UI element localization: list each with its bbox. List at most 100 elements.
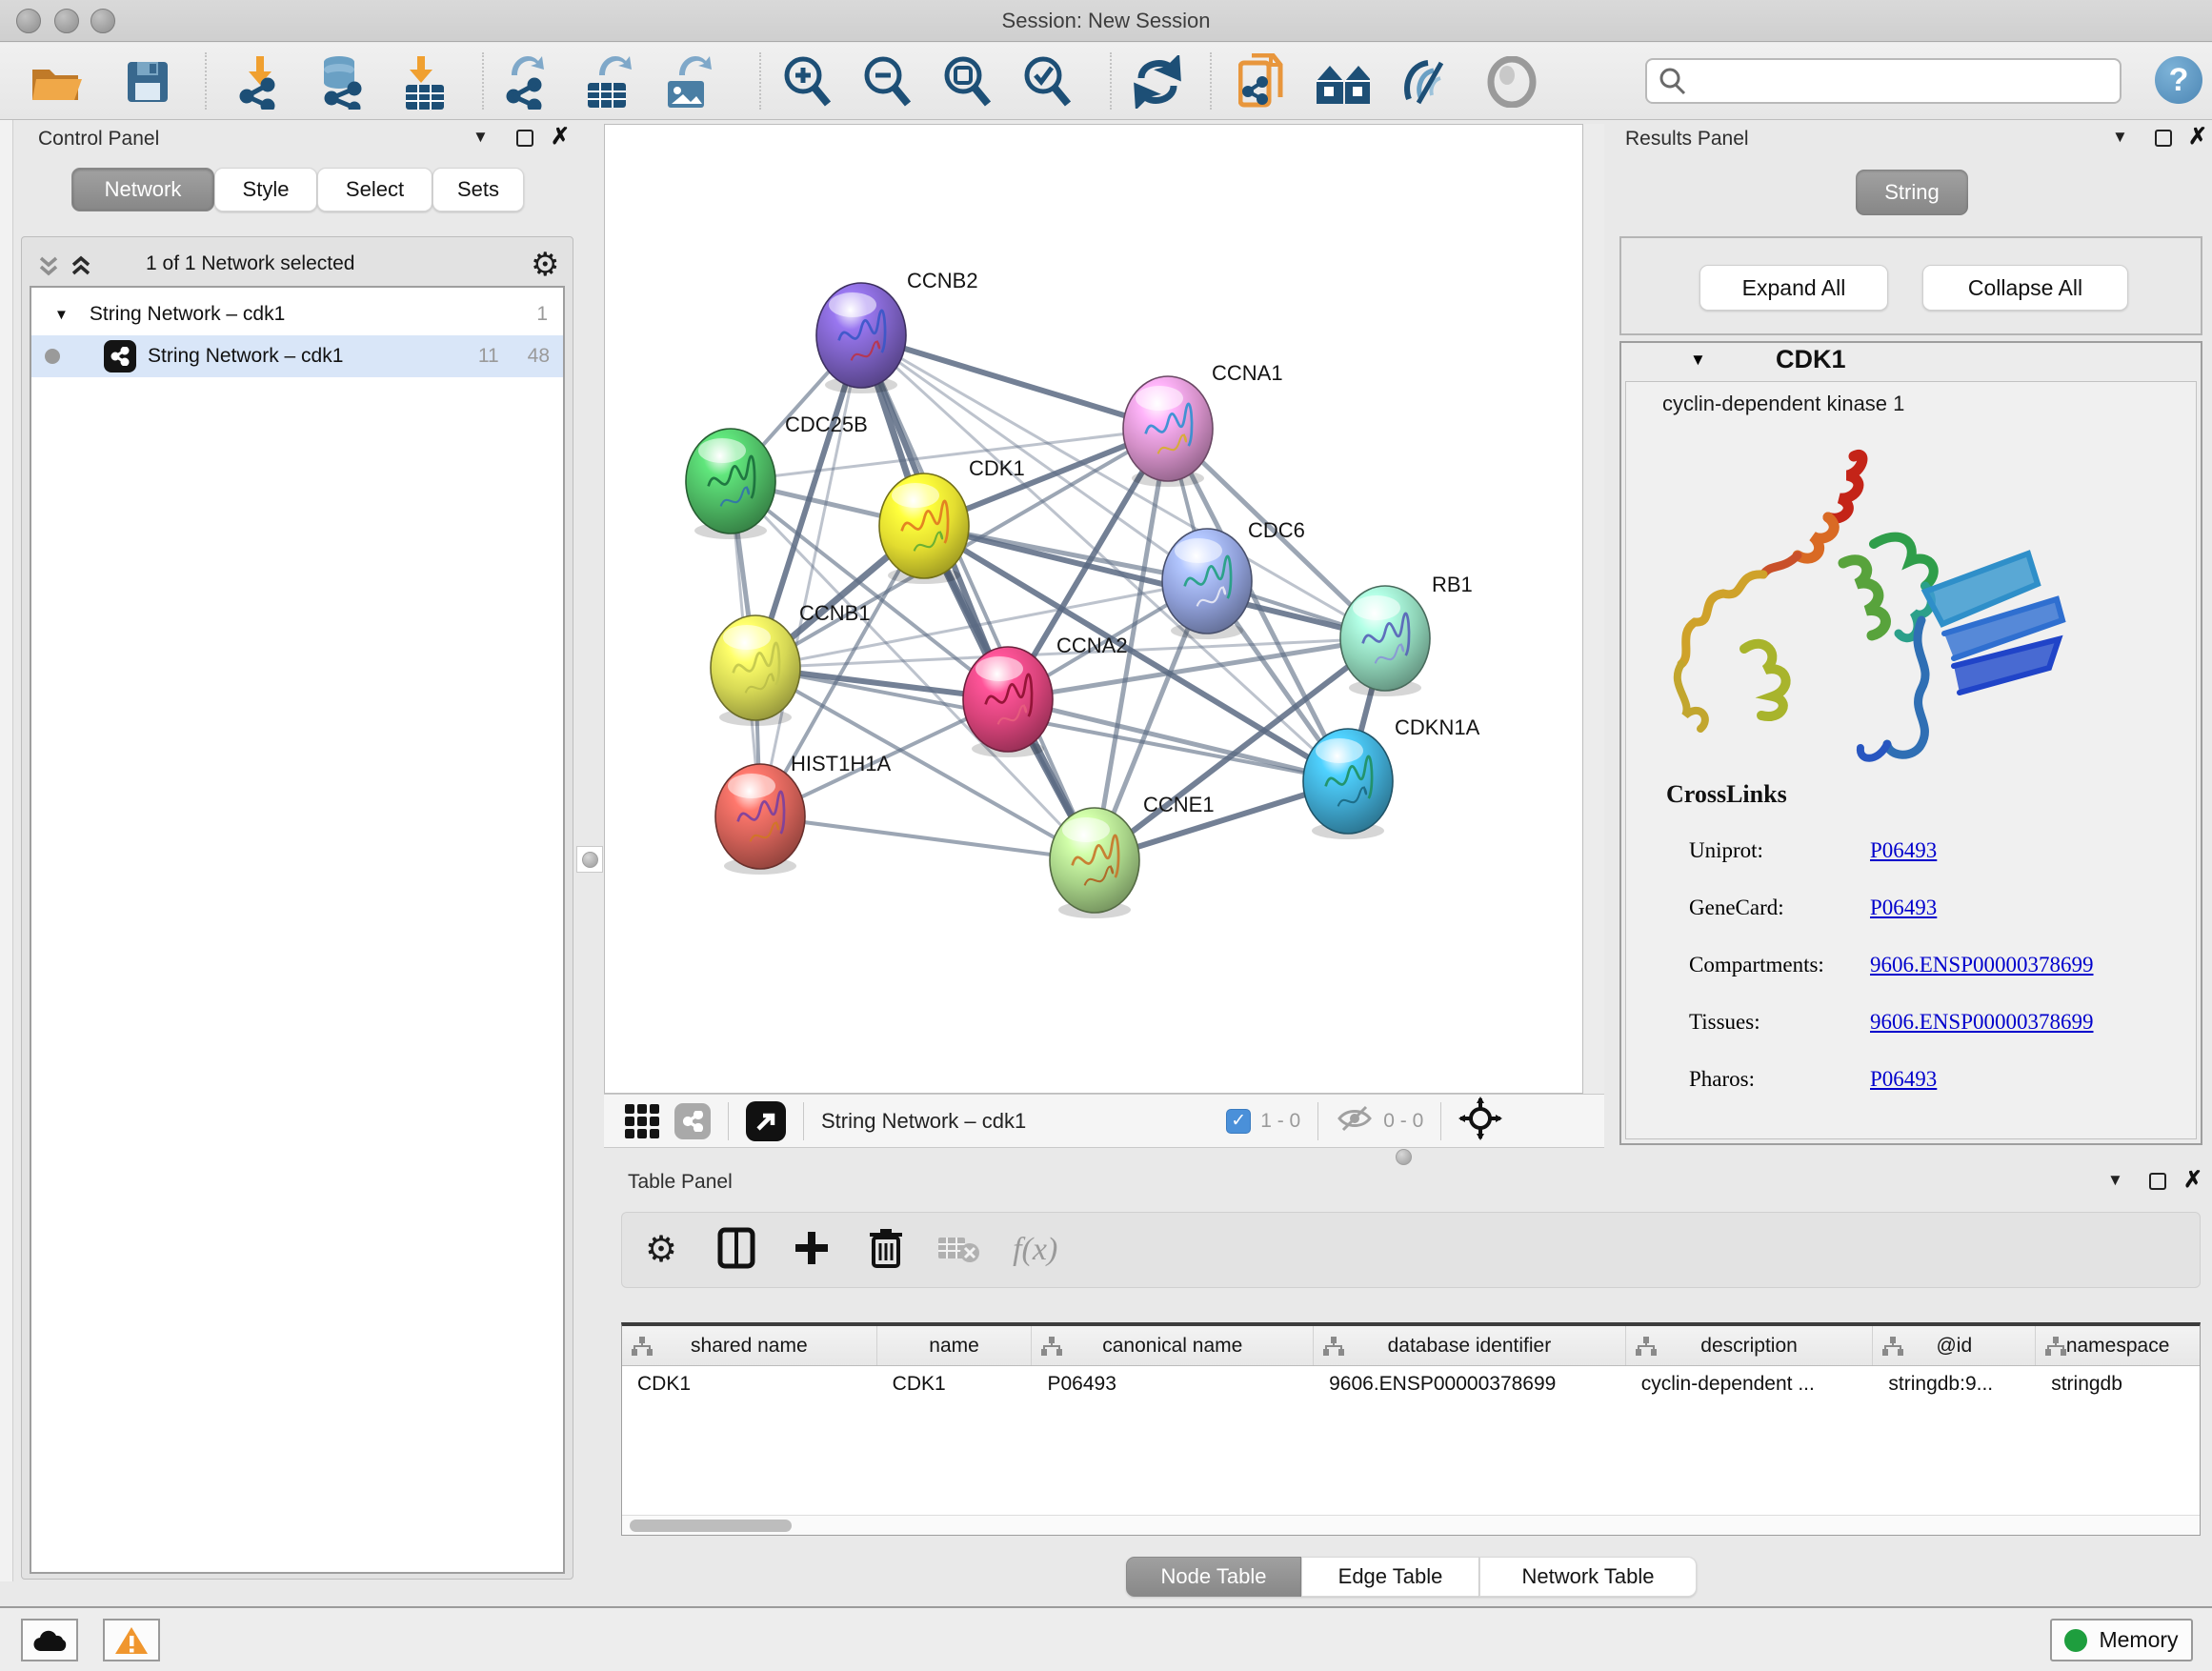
- toolbar-separator: [1110, 52, 1112, 110]
- export-network-icon[interactable]: [499, 54, 554, 110]
- network-edge: [861, 335, 1168, 429]
- control-panel-close-icon[interactable]: ✗: [551, 129, 570, 146]
- network-node[interactable]: CCNA2: [963, 634, 1128, 757]
- results-panel-title: Results Panel: [1625, 128, 1749, 151]
- tab-string-results[interactable]: String: [1856, 170, 1968, 215]
- import-network-file-icon[interactable]: [232, 54, 288, 110]
- crosslink-label: GeneCard:: [1689, 896, 1870, 920]
- column-header-shared-name[interactable]: shared name: [622, 1326, 877, 1365]
- table-panel-float-icon[interactable]: [2149, 1173, 2166, 1190]
- save-session-icon[interactable]: [120, 54, 175, 110]
- crosslink-tissues[interactable]: 9606.ENSP00000378699: [1870, 1010, 2094, 1035]
- network-node[interactable]: RB1: [1340, 573, 1473, 696]
- zoom-fit-icon[interactable]: [939, 54, 995, 110]
- network-collection-row[interactable]: ▼ String Network – cdk1 1: [31, 293, 563, 335]
- column-header-namespace[interactable]: namespace: [2036, 1326, 2200, 1365]
- cloud-status-button[interactable]: [21, 1619, 78, 1661]
- protein-structure-image: [1639, 430, 2116, 792]
- table-horizontal-scrollbar[interactable]: [622, 1515, 2200, 1535]
- export-table-icon[interactable]: [581, 54, 636, 110]
- tab-network-table[interactable]: Network Table: [1479, 1557, 1697, 1597]
- collapse-all-button[interactable]: Collapse All: [1922, 265, 2128, 311]
- tab-style[interactable]: Style: [214, 168, 317, 211]
- status-bar: Memory: [0, 1606, 2212, 1671]
- left-splitter-handle[interactable]: [576, 846, 603, 873]
- table-panel-close-icon[interactable]: ✗: [2183, 1172, 2202, 1189]
- help-button[interactable]: ?: [2155, 56, 2202, 104]
- selected-nodes-checkbox-icon[interactable]: ✓: [1226, 1109, 1251, 1134]
- network-canvas[interactable]: CCNB2CCNA1CDC25BCDK1CDC6RB1CCNB1CCNA2CDK…: [604, 124, 1583, 1094]
- function-builder-icon[interactable]: f(x): [1013, 1232, 1057, 1268]
- search-input[interactable]: [1645, 58, 2122, 104]
- open-session-icon[interactable]: [29, 54, 84, 110]
- zoom-in-icon[interactable]: [779, 54, 835, 110]
- export-image-icon[interactable]: [661, 54, 716, 110]
- netbar-separator: [1317, 1102, 1318, 1140]
- collapse-all-networks-icon[interactable]: [37, 254, 60, 284]
- birdseye-view-icon[interactable]: [1484, 54, 1539, 110]
- network-node[interactable]: CDKN1A: [1303, 715, 1480, 839]
- memory-button[interactable]: Memory: [2050, 1619, 2193, 1661]
- column-header-description[interactable]: description: [1626, 1326, 1874, 1365]
- string-view-icon[interactable]: [674, 1103, 711, 1139]
- entry-content: cyclin-dependent kinase 1 CrossLinks Uni…: [1625, 381, 2197, 1139]
- column-header-database-identifier[interactable]: database identifier: [1314, 1326, 1626, 1365]
- network-node[interactable]: CCNA1: [1123, 361, 1283, 487]
- crosslink-compartments[interactable]: 9606.ENSP00000378699: [1870, 953, 2094, 977]
- network-row-selected[interactable]: String Network – cdk1 11 48: [31, 335, 563, 377]
- results-panel-collapse-icon[interactable]: ▼: [2112, 128, 2128, 147]
- tab-network[interactable]: Network: [71, 168, 214, 211]
- current-network-name: String Network – cdk1: [821, 1109, 1026, 1134]
- control-panel-float-icon[interactable]: [516, 130, 533, 147]
- tab-edge-table[interactable]: Edge Table: [1301, 1557, 1479, 1597]
- hidden-eye-icon[interactable]: [1336, 1104, 1374, 1137]
- node-label: CDC25B: [785, 413, 868, 436]
- zoom-out-icon[interactable]: [859, 54, 915, 110]
- warning-status-button[interactable]: [103, 1619, 160, 1661]
- column-header-canonical-name[interactable]: canonical name: [1032, 1326, 1314, 1365]
- network-node-count: 11: [478, 345, 499, 368]
- delete-table-icon[interactable]: [936, 1232, 980, 1269]
- tab-select[interactable]: Select: [317, 168, 432, 211]
- toolbar-separator: [482, 52, 484, 110]
- expand-all-button[interactable]: Expand All: [1699, 265, 1888, 311]
- network-node[interactable]: CDK1: [879, 456, 1025, 584]
- grid-view-icon[interactable]: [625, 1104, 659, 1138]
- crosslink-uniprot[interactable]: P06493: [1870, 838, 1937, 863]
- column-header-at-id[interactable]: @id: [1873, 1326, 2036, 1365]
- tab-sets[interactable]: Sets: [432, 168, 524, 211]
- string-home-icon[interactable]: [1315, 54, 1370, 110]
- control-panel-title: Control Panel: [38, 128, 159, 151]
- create-column-icon[interactable]: [792, 1228, 832, 1273]
- crosslink-pharos[interactable]: P06493: [1870, 1067, 1937, 1092]
- node-label: RB1: [1432, 573, 1473, 596]
- table-row[interactable]: CDK1 CDK1 P06493 9606.ENSP00000378699 cy…: [622, 1366, 2200, 1402]
- results-panel-close-icon[interactable]: ✗: [2188, 129, 2207, 146]
- expand-all-networks-icon[interactable]: [70, 254, 92, 284]
- import-table-file-icon[interactable]: [396, 54, 452, 110]
- table-panel-collapse-icon[interactable]: ▼: [2107, 1171, 2123, 1190]
- scrollbar-thumb[interactable]: [630, 1520, 792, 1532]
- import-network-database-icon[interactable]: [314, 54, 370, 110]
- network-node[interactable]: HIST1H1A: [715, 752, 891, 875]
- control-panel-collapse-icon[interactable]: ▼: [473, 128, 489, 147]
- tab-node-table[interactable]: Node Table: [1126, 1557, 1301, 1597]
- table-settings-gear-icon[interactable]: ⚙: [645, 1234, 677, 1266]
- pan-crosshair-icon[interactable]: [1458, 1097, 1502, 1145]
- warning-icon: [114, 1625, 149, 1656]
- node-label: CDK1: [969, 456, 1025, 480]
- hide-glass-icon[interactable]: [1400, 54, 1456, 110]
- clone-network-icon[interactable]: [1235, 54, 1290, 110]
- delete-column-icon[interactable]: [868, 1226, 904, 1275]
- column-header-name[interactable]: name: [877, 1326, 1033, 1365]
- show-columns-icon[interactable]: [717, 1227, 755, 1274]
- tree-caret-icon[interactable]: ▼: [54, 307, 69, 323]
- network-node[interactable]: CCNB2: [816, 269, 978, 393]
- network-options-gear-icon[interactable]: ⚙: [531, 249, 559, 281]
- full-screen-icon[interactable]: [746, 1101, 786, 1141]
- zoom-selected-icon[interactable]: [1019, 54, 1075, 110]
- crosslink-genecard[interactable]: P06493: [1870, 896, 1937, 920]
- results-panel-float-icon[interactable]: [2155, 130, 2172, 147]
- entry-collapse-caret-icon[interactable]: ▼: [1690, 351, 1706, 370]
- refresh-icon[interactable]: [1130, 54, 1185, 110]
